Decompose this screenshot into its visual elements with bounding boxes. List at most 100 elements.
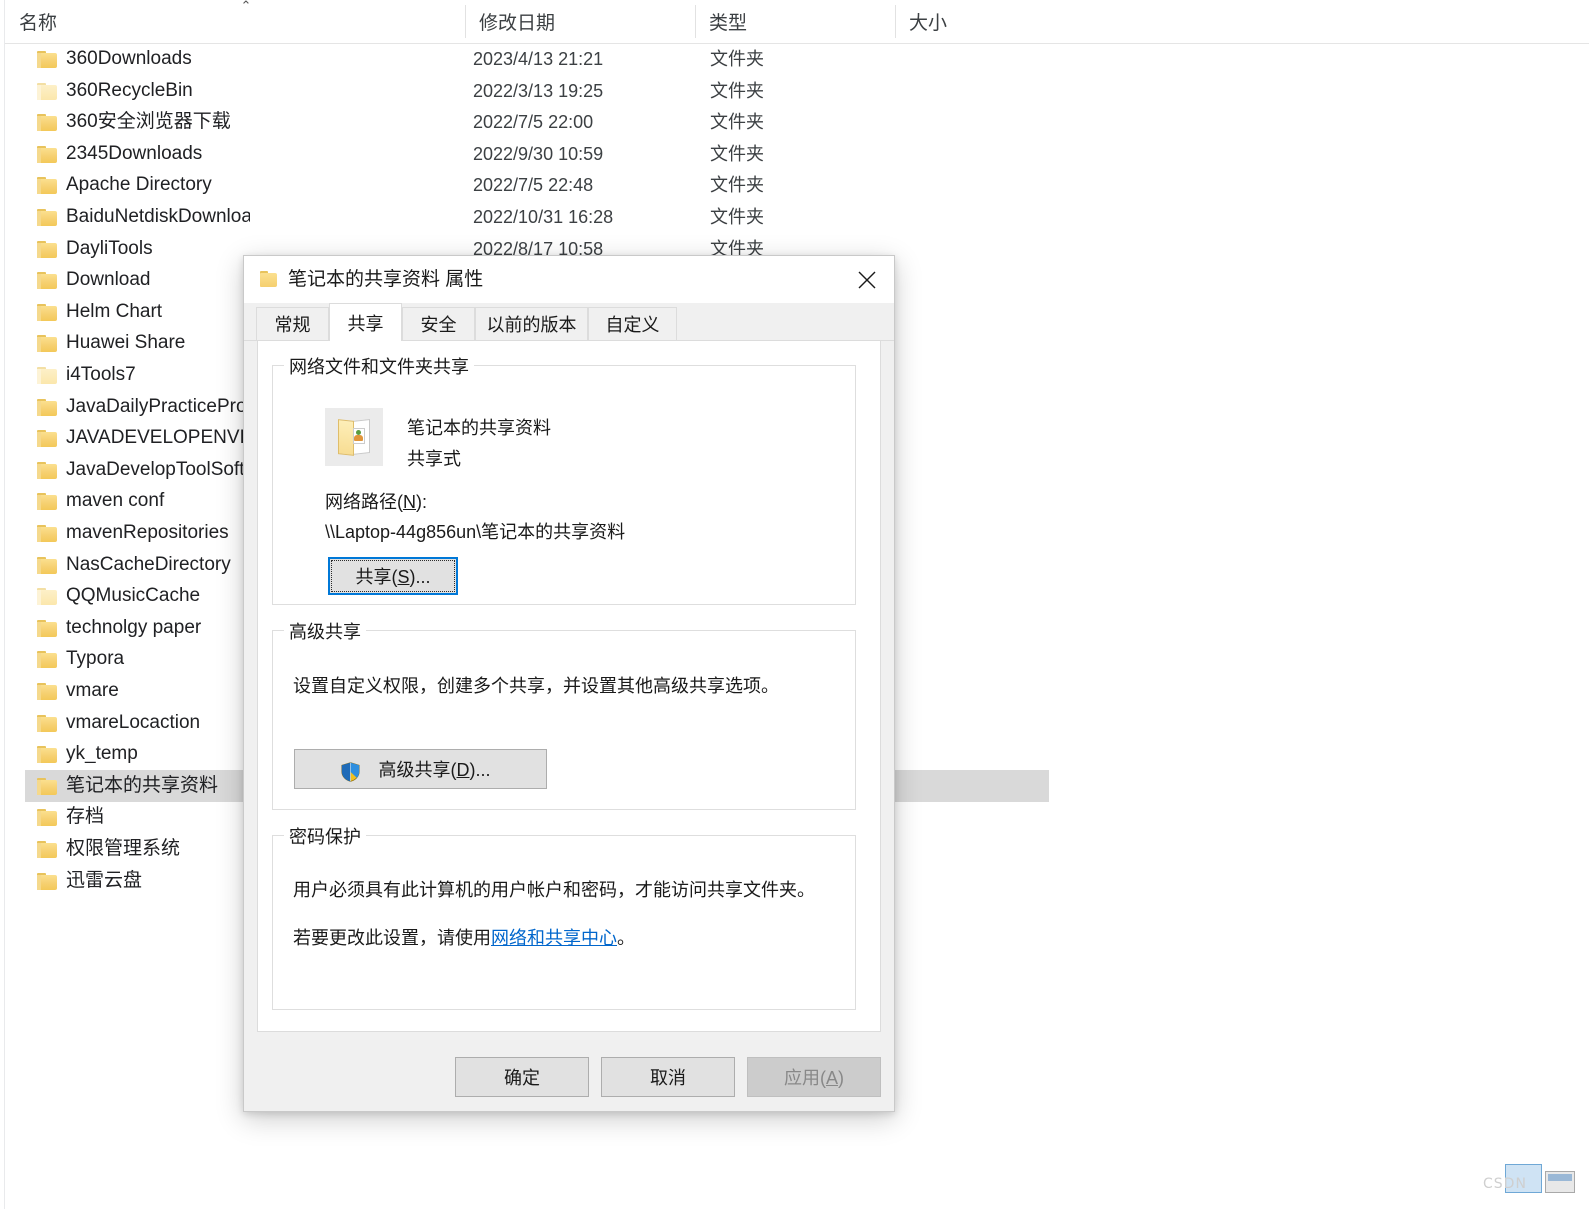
folder-properties-dialog: 笔记本的共享资料 属性 常规 共享 安全 以前的版本 自定义 网络文件和文件夹共享 笔记… (243, 255, 895, 1112)
column-separator-date[interactable] (465, 5, 466, 38)
folder-icon (37, 146, 57, 163)
folder-icon (260, 271, 277, 287)
advanced-share-group: 高级共享 设置自定义权限，创建多个共享，并设置其他高级共享选项。 高级共享(D)… (272, 618, 856, 810)
folder-icon (37, 272, 57, 289)
dialog-title-bar[interactable]: 笔记本的共享资料 属性 (244, 256, 894, 303)
apply-button-accelerator: A (825, 1068, 838, 1088)
file-name: 360Downloads (66, 48, 192, 69)
close-icon[interactable] (840, 256, 894, 303)
file-name: NasCacheDirectory (66, 554, 231, 575)
uac-shield-icon (341, 762, 360, 782)
name-cell: JAVADEVELOPENVIRI (5, 422, 250, 454)
column-header-label-date: 修改日期 (479, 13, 556, 34)
tab-安全[interactable]: 安全 (402, 307, 475, 340)
folder-icon (37, 367, 57, 384)
file-type: 文件夹 (710, 49, 764, 69)
advanced-share-button[interactable]: 高级共享(D)... (294, 749, 547, 789)
file-type: 文件夹 (710, 112, 764, 132)
file-modified-date: 2022/7/5 22:48 (473, 175, 594, 195)
name-cell: JavaDevelopToolSoftW (5, 454, 250, 486)
file-name: QQMusicCache (66, 585, 201, 606)
file-name: Apache Directory (66, 174, 212, 195)
column-header-name[interactable]: 名称 (5, 0, 465, 43)
name-cell: DayliTools (5, 233, 250, 265)
folder-icon (37, 778, 57, 795)
password-protection-line1: 用户必须具有此计算机的用户帐户和密码，才能访问共享文件夹。 (293, 880, 815, 900)
table-row[interactable]: BaiduNetdiskDownload 2022/10/31 16:28 文件夹 (5, 201, 1589, 233)
file-name: Helm Chart (66, 301, 163, 322)
share-button-prefix: 共享( (355, 567, 398, 587)
folder-icon (37, 83, 57, 100)
file-name: 存档 (66, 806, 105, 827)
folder-icon (37, 588, 57, 605)
folder-icon (37, 525, 57, 542)
table-row[interactable]: Apache Directory 2022/7/5 22:48 文件夹 (5, 169, 1589, 201)
file-name: technolgy paper (66, 617, 202, 638)
file-name: 360安全浏览器下载 (66, 111, 231, 132)
column-separator-type[interactable] (695, 5, 696, 38)
folder-icon (37, 841, 57, 858)
tab-自定义[interactable]: 自定义 (588, 307, 677, 340)
name-cell: QQMusicCache (5, 580, 250, 612)
tab-label: 共享 (347, 313, 384, 334)
advanced-share-button-prefix: 高级共享( (378, 760, 457, 780)
file-name: Huawei Share (66, 332, 186, 353)
file-type: 文件夹 (710, 81, 764, 101)
table-row[interactable]: 360RecycleBin 2022/3/13 19:25 文件夹 (5, 75, 1589, 107)
file-name: vmare (66, 680, 119, 701)
network-sharing-center-link[interactable]: 网络和共享中心 (491, 928, 617, 948)
column-header-date[interactable]: 修改日期 (465, 0, 695, 43)
network-share-group: 网络文件和文件夹共享 笔记本的共享资料 共享式 网络路径(N): \\Lapto… (272, 353, 856, 605)
network-path-value: \\Laptop-44g856un\笔记本的共享资料 (325, 522, 626, 542)
tab-以前的版本[interactable]: 以前的版本 (475, 307, 588, 340)
file-name: BaiduNetdiskDownload (66, 206, 250, 227)
cancel-button[interactable]: 取消 (601, 1057, 735, 1097)
advanced-share-description: 设置自定义权限，创建多个共享，并设置其他高级共享选项。 (293, 676, 779, 696)
file-name: JavaDailyPracticeProj (66, 396, 250, 417)
folder-icon (37, 683, 57, 700)
dialog-title: 笔记本的共享资料 属性 (288, 269, 484, 290)
tab-常规[interactable]: 常规 (256, 307, 329, 340)
tab-label: 安全 (420, 315, 457, 335)
password-protection-group: 密码保护 用户必须具有此计算机的用户帐户和密码，才能访问共享文件夹。 若要更改此… (272, 823, 856, 1010)
folder-icon (37, 557, 57, 574)
network-path-accelerator: N (403, 492, 416, 512)
password-protection-line2: 若要更改此设置，请使用网络和共享中心。 (293, 924, 635, 950)
name-cell: 笔记本的共享资料 (5, 770, 250, 802)
column-header-size[interactable]: 大小 (895, 0, 1035, 43)
share-button[interactable]: 共享(S)... (328, 557, 458, 595)
watermark-thumbnail-icon (1545, 1171, 1575, 1193)
file-name: JAVADEVELOPENVIRI (66, 427, 250, 448)
ok-button[interactable]: 确定 (455, 1057, 589, 1097)
network-path-label: 网络路径(N): (325, 488, 427, 514)
advanced-share-button-accelerator: D (456, 760, 470, 780)
folder-icon (37, 462, 57, 479)
file-name: Download (66, 269, 151, 290)
folder-icon (37, 241, 57, 258)
file-name: 笔记本的共享资料 (66, 775, 219, 796)
tab-label: 自定义 (605, 315, 660, 335)
tab-label: 常规 (274, 315, 311, 335)
column-separator-size[interactable] (895, 5, 896, 38)
file-name: mavenRepositories (66, 522, 229, 543)
tab-共享[interactable]: 共享 (329, 303, 402, 341)
name-cell: technolgy paper (5, 612, 250, 644)
dialog-tab-strip: 常规 共享 安全 以前的版本 自定义 (244, 303, 894, 341)
file-name: Typora (66, 648, 125, 669)
table-row[interactable]: 2345Downloads 2022/9/30 10:59 文件夹 (5, 138, 1589, 170)
password-protection-line2-prefix: 若要更改此设置，请使用 (293, 928, 491, 948)
name-cell: vmare (5, 675, 250, 707)
column-header-row: ⌃ 名称 修改日期 类型 大小 (5, 0, 1589, 44)
folder-icon (37, 177, 57, 194)
name-cell: 360RecycleBin (5, 75, 250, 107)
table-row[interactable]: 360安全浏览器下载 2022/7/5 22:00 文件夹 (5, 106, 1589, 138)
name-cell: Download (5, 264, 250, 296)
column-header-type[interactable]: 类型 (695, 0, 895, 43)
name-cell: i4Tools7 (5, 359, 250, 391)
column-header-label-size: 大小 (909, 13, 948, 34)
network-share-legend: 网络文件和文件夹共享 (284, 353, 474, 379)
file-name: vmareLocaction (66, 712, 201, 733)
sharing-tab-panel: 网络文件和文件夹共享 笔记本的共享资料 共享式 网络路径(N): \\Lapto… (257, 340, 881, 1032)
table-row[interactable]: 360Downloads 2023/4/13 21:21 文件夹 (5, 43, 1589, 75)
file-modified-date: 2022/3/13 19:25 (473, 81, 604, 101)
